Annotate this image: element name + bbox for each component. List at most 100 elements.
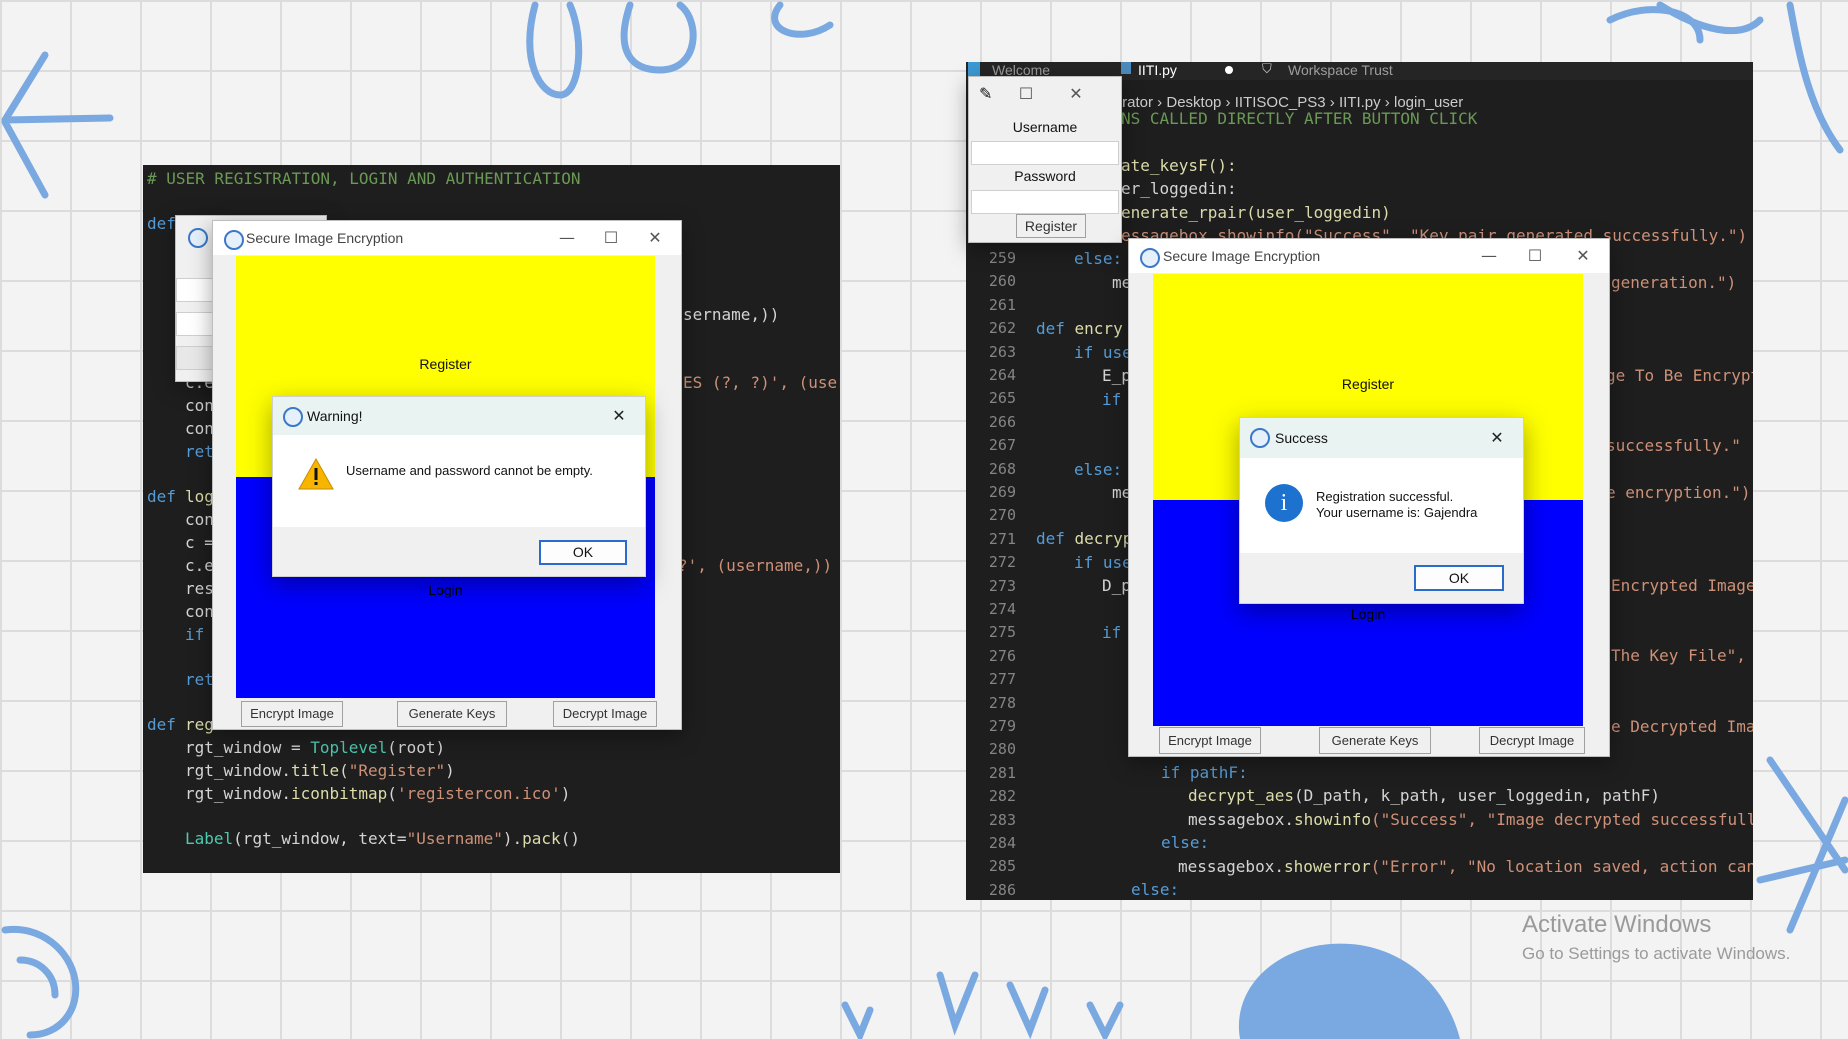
code-fragment: ate_keysF(): [1121, 156, 1237, 175]
line-number: 278 [988, 693, 1016, 712]
close-icon[interactable]: ✕ [1475, 425, 1519, 451]
line-number: 263 [988, 342, 1016, 361]
warning-dialog[interactable]: Warning! ✕ Username and password cannot … [272, 396, 646, 577]
left-app-titlebar[interactable]: Secure Image Encryption — ☐ ✕ [213, 221, 681, 255]
code-line-283: messagebox.showinfo("Success", "Image de… [1188, 810, 1753, 829]
line-number: 266 [988, 412, 1016, 431]
code-line-rgt-window: rgt_window = Toplevel(root) [185, 738, 446, 757]
username-entry[interactable] [971, 141, 1119, 165]
close-icon[interactable]: ✕ [633, 225, 677, 251]
code-line-286: else: [1131, 880, 1180, 899]
code-def-keyword: def [147, 214, 176, 233]
app-icon [283, 407, 303, 427]
register-label: Register [1341, 376, 1395, 392]
code-line-282: decrypt_aes(D_path, k_path, user_loggedi… [1188, 786, 1661, 805]
doodle-bottom-left-spiral [1, 925, 80, 1039]
success-dialog[interactable]: Success ✕ i Registration successful. You… [1239, 417, 1524, 604]
generate-keys-button[interactable]: Generate Keys [1319, 727, 1431, 754]
line-number: 282 [988, 787, 1016, 806]
minimize-icon[interactable]: — [545, 225, 589, 251]
right-app-titlebar[interactable]: Secure Image Encryption — ☐ ✕ [1129, 239, 1609, 273]
code-fragment: res [185, 579, 214, 598]
line-number: 286 [988, 880, 1016, 899]
username-label: Username [1012, 119, 1078, 135]
line-number: 276 [988, 646, 1016, 665]
code-fragment: Encrypted Image [1611, 576, 1753, 595]
code-fragment: ret [185, 442, 214, 461]
warning-title: Warning! [307, 408, 363, 424]
code-fragment: c.e [185, 556, 214, 575]
generate-keys-button[interactable]: Generate Keys [397, 701, 507, 727]
close-icon[interactable]: ✕ [1561, 243, 1605, 269]
register-button[interactable]: Register [1016, 214, 1086, 238]
tab-iiti-py[interactable]: IITI.py [1138, 62, 1177, 78]
code-def-keyword: def [147, 487, 176, 506]
vscode-logo-icon [968, 62, 980, 76]
code-fragment: ?', (username,)) [678, 556, 833, 575]
code-def-encrypt: def encry [1036, 319, 1123, 338]
window-title: Secure Image Encryption [246, 230, 404, 246]
code-line-rgt-icon: rgt_window.iconbitmap('registercon.ico') [185, 784, 571, 803]
decrypt-image-button[interactable]: Decrypt Image [553, 701, 657, 727]
code-def-keyword: def [147, 715, 176, 734]
success-titlebar: Success ✕ [1240, 418, 1523, 458]
line-number: 283 [988, 810, 1016, 829]
ok-button[interactable]: OK [1414, 565, 1504, 591]
code-line-rgt-title: rgt_window.title("Register") [185, 761, 455, 780]
close-icon[interactable]: ✕ [597, 403, 641, 429]
line-number: 270 [988, 506, 1016, 525]
success-message-line1: Registration successful. [1316, 489, 1454, 504]
password-entry[interactable] [971, 190, 1119, 214]
line-number: 269 [988, 483, 1016, 501]
app-icon [188, 228, 208, 248]
code-fragment: er_loggedin: [1121, 179, 1237, 198]
code-fragment: enerate_rpair(user_loggedin) [1121, 203, 1391, 222]
line-number: 274 [988, 600, 1016, 618]
line-number: 265 [988, 389, 1016, 408]
success-message-line2: Your username is: Gajendra [1316, 505, 1478, 520]
line-number: 284 [988, 834, 1016, 852]
line-number: 280 [988, 740, 1016, 759]
code-fragment: D_p [1102, 576, 1131, 595]
code-fragment: if [1102, 623, 1122, 642]
close-icon[interactable]: ✕ [1059, 81, 1093, 107]
code-fragment: con [185, 510, 214, 529]
line-number: 271 [988, 529, 1016, 548]
code-fragment: c = [185, 533, 214, 552]
line-number: 277 [988, 670, 1016, 689]
code-fragment: sername,)) [683, 305, 780, 324]
maximize-icon[interactable]: ☐ [589, 225, 633, 251]
code-fragment: if use [1074, 553, 1132, 572]
code-fragment: NS CALLED DIRECTLY AFTER BUTTON CLICK [1121, 109, 1478, 128]
code-fragment: ret [185, 670, 214, 689]
info-icon: i [1265, 484, 1303, 522]
python-file-icon [1121, 62, 1131, 74]
code-fragment: con [185, 602, 214, 621]
warning-body: Username and password cannot be empty. [273, 435, 645, 527]
encrypt-image-button[interactable]: Encrypt Image [241, 701, 343, 727]
code-fragment: E_p [1102, 366, 1131, 385]
line-number: 259 [988, 249, 1016, 267]
code-fragment: e Decrypted Imag [1611, 717, 1753, 736]
code-line-284: else: [1161, 833, 1210, 852]
maximize-icon[interactable]: ☐ [1009, 81, 1043, 107]
success-body: i Registration successful. Your username… [1240, 458, 1523, 553]
decrypt-image-button[interactable]: Decrypt Image [1479, 727, 1585, 754]
maximize-icon[interactable]: ☐ [1513, 243, 1557, 269]
line-number: 272 [988, 553, 1016, 572]
minimize-icon[interactable]: — [1467, 243, 1511, 269]
doodle-right-star [1756, 756, 1848, 934]
code-line-label: Label(rgt_window, text="Username").pack(… [185, 829, 580, 848]
tab-workspace-trust[interactable]: Workspace Trust [1288, 62, 1393, 78]
code-fragment: if [185, 625, 205, 644]
encrypt-image-button[interactable]: Encrypt Image [1159, 727, 1261, 754]
register-window[interactable]: ✎ ☐ ✕ Username Password Register [968, 76, 1122, 243]
app-icon [224, 230, 244, 250]
success-title: Success [1275, 430, 1328, 446]
line-number: 264 [988, 366, 1016, 384]
code-fragment: The Key File", f [1611, 646, 1753, 665]
ok-button[interactable]: OK [539, 540, 627, 565]
code-line-285: messagebox.showerror("Error", "No locati… [1178, 857, 1753, 876]
app-icon [1140, 248, 1160, 268]
line-number: 260 [988, 272, 1016, 291]
